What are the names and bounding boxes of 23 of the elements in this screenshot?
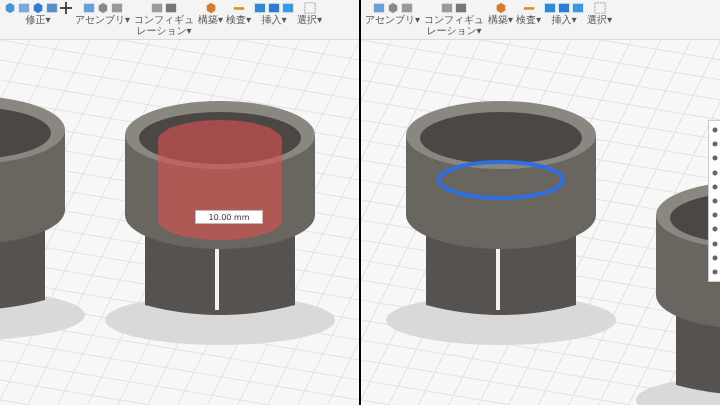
toolbar-menu-button[interactable]: 挿入▾ bbox=[262, 15, 287, 26]
toolbar-menu-button[interactable]: 修正▾ bbox=[25, 15, 51, 26]
joint-icon[interactable] bbox=[96, 2, 109, 14]
dimension-input[interactable]: 10.00 mm bbox=[195, 210, 263, 224]
toolbar-menu-button[interactable]: コンフィギュレーション▾ bbox=[423, 15, 486, 37]
toolbar-menu-button[interactable]: 構築▾ bbox=[488, 15, 514, 26]
toolbar-menu-button[interactable]: コンフィギュレーション▾ bbox=[133, 15, 196, 37]
select-icon[interactable] bbox=[594, 2, 606, 14]
toolbar-menu-button[interactable]: 構築▾ bbox=[198, 15, 224, 26]
toolbar-menu-button[interactable]: 選択▾ bbox=[587, 15, 612, 26]
toolbar-menu-button[interactable]: 検査▾ bbox=[226, 15, 252, 26]
toolbar-menu-button[interactable]: アセンブリ▾ bbox=[365, 15, 420, 26]
cube-icon[interactable] bbox=[32, 2, 44, 14]
move-icon[interactable] bbox=[60, 2, 72, 14]
toolbar-menu-button[interactable]: アセンブリ▾ bbox=[75, 15, 130, 26]
toolbar-menu-button[interactable]: 検査▾ bbox=[516, 15, 542, 26]
joint-icon[interactable] bbox=[386, 2, 399, 14]
cube-icon[interactable] bbox=[4, 2, 16, 14]
select-icon[interactable] bbox=[304, 2, 316, 14]
plane-icon[interactable] bbox=[494, 2, 507, 14]
toolbar-menu-button[interactable]: 選択▾ bbox=[297, 15, 322, 26]
toolbar-menu-button[interactable]: 挿入▾ bbox=[552, 15, 577, 26]
plane-icon[interactable] bbox=[204, 2, 217, 14]
